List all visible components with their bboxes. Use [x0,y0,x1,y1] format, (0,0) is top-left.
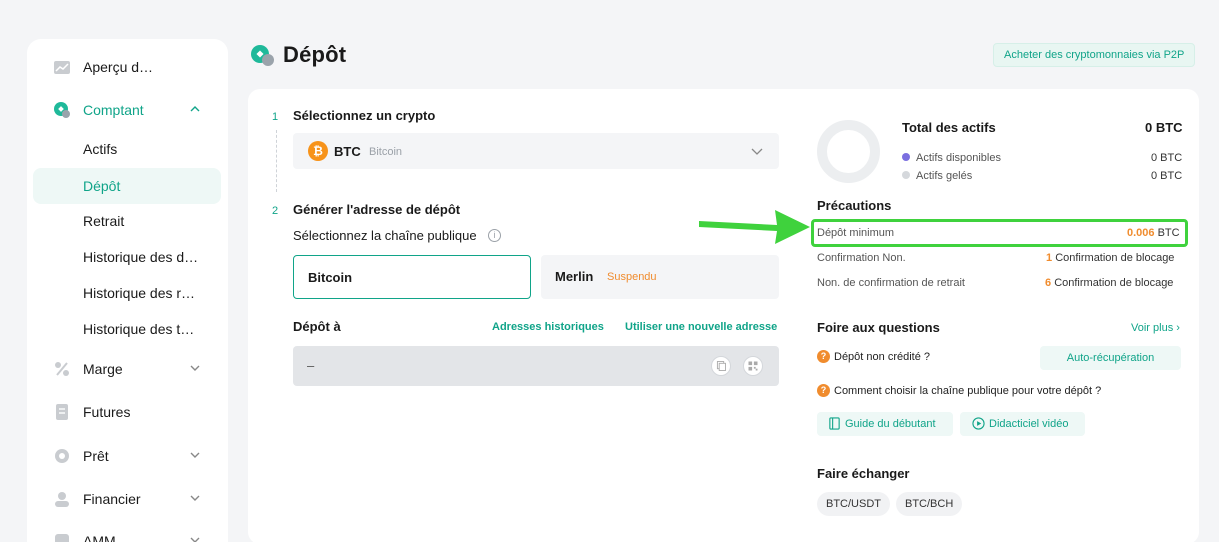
chart-icon [54,61,70,74]
frozen-dot [902,171,910,179]
sidebar-item-label: Dépôt [83,178,121,194]
deposit-address-value: – [307,358,315,373]
bitcoin-icon: ₿ [308,141,328,161]
min-deposit-amount: 0.006 BTC [1127,227,1180,239]
step-connector [276,130,277,192]
sidebar-item-historique-transfert[interactable]: Historique des t… [33,311,221,347]
withdraw-confirmation-value: 6 Confirmation de blocage [1045,277,1174,289]
available-value: 0 BTC [1151,152,1183,164]
faq-title: Foire aux questions [817,320,940,335]
sidebar-item-label: Prêt [83,448,109,464]
document-icon [56,404,68,420]
play-icon [972,417,985,430]
step-number: 2 [272,205,279,217]
confirmation-value: 1 Confirmation de blocage [1046,252,1175,264]
chain-name: Merlin [555,269,594,284]
exchange-title: Faire échanger [817,466,910,481]
frozen-value: 0 BTC [1151,170,1183,182]
step-title: Sélectionnez un crypto [293,108,436,123]
chevron-down-icon [190,365,200,371]
precautions-title: Précautions [817,198,892,213]
page-title: Dépôt [283,42,347,67]
chain-label: Sélectionnez la chaîne publique [293,228,477,243]
chevron-down-icon [190,495,200,501]
chevron-down-icon [751,148,763,155]
sidebar-item-label: Comptant [83,102,144,118]
new-address-link[interactable]: Utiliser une nouvelle adresse [625,321,777,333]
sidebar-item-historique-retrait[interactable]: Historique des r… [33,275,221,311]
sidebar-item-retrait[interactable]: Retrait [33,203,221,239]
sidebar-item-financier[interactable]: Financier [33,481,221,517]
video-tutorial-button[interactable]: Didacticiel vidéo [960,412,1085,436]
sidebar-item-label: Historique des d… [83,249,199,265]
see-more-link[interactable]: Voir plus › [1131,322,1180,334]
p2p-buy-button[interactable]: Acheter des cryptomonnaies via P2P [993,43,1196,67]
sidebar-item-futures[interactable]: Futures [33,394,221,430]
frozen-label: Actifs gelés [916,170,973,182]
sidebar-item-amm[interactable]: AMM [33,523,221,542]
selected-crypto-name: Bitcoin [369,146,403,158]
loan-icon [55,449,69,463]
sidebar-item-label: Marge [83,361,123,377]
pair-tag[interactable]: BTC/BCH [896,492,963,516]
sidebar-item-historique-depot[interactable]: Historique des d… [33,239,221,275]
sidebar-item-label: Historique des r… [83,285,196,301]
sidebar-item-label: Historique des t… [83,321,195,337]
faq-question[interactable]: Comment choisir la chaîne publique pour … [834,385,1101,397]
book-icon [829,417,840,430]
min-deposit-label: Dépôt minimum [817,227,895,239]
deposit-address-field: – [293,346,779,386]
deposit-to-label: Dépôt à [293,319,341,334]
sidebar-item-comptant[interactable]: Comptant [33,92,221,128]
sidebar-item-label: Futures [83,404,131,420]
sidebar-item-label: AMM [83,533,116,542]
withdraw-confirmation-label: Non. de confirmation de retrait [817,277,965,289]
info-icon[interactable]: i [488,229,501,242]
pair-tag[interactable]: BTC/USDT [817,492,890,516]
amm-icon [55,534,69,542]
chevron-up-icon [190,106,200,112]
question-icon: ? [817,384,830,397]
confirmation-label: Confirmation Non. [817,252,906,264]
sidebar-item-pret[interactable]: Prêt [33,438,221,474]
sidebar-item-label: Financier [83,491,141,507]
sidebar-item-overview[interactable]: Aperçu d… [33,49,221,85]
chain-name: Bitcoin [308,270,353,285]
available-label: Actifs disponibles [916,152,1001,164]
sidebar-item-label: Actifs [83,141,118,157]
percent-icon [55,362,69,376]
step-number: 1 [272,111,279,123]
qr-code-icon[interactable] [743,356,763,376]
step-title: Générer l'adresse de dépôt [293,202,461,217]
chain-status: Suspendu [607,271,657,283]
annotation-arrow-icon [699,210,810,244]
deposit-icon [251,45,274,66]
chevron-down-icon [190,537,200,542]
sidebar-item-marge[interactable]: Marge [33,351,221,387]
auto-recovery-button[interactable]: Auto-récupération [1040,346,1181,370]
assets-total: 0 BTC [1145,120,1183,135]
beginner-guide-button[interactable]: Guide du débutant [817,412,953,436]
sidebar-item-depot[interactable]: Dépôt [33,168,221,204]
copy-icon[interactable] [711,356,731,376]
crypto-select[interactable]: ₿ BTC Bitcoin [293,133,779,169]
selected-crypto-code: BTC [334,144,361,159]
sidebar-item-label: Retrait [83,213,125,229]
chevron-down-icon [190,452,200,458]
sidebar-item-label: Aperçu d… [83,59,154,75]
assets-title: Total des actifs [902,120,996,135]
wallet-icon [54,102,70,118]
available-dot [902,153,910,161]
history-addresses-link[interactable]: Adresses historiques [492,321,604,333]
chain-option-bitcoin[interactable]: Bitcoin [293,255,531,299]
chain-option-merlin[interactable]: Merlin Suspendu [541,255,779,299]
user-icon [55,492,69,507]
question-icon: ? [817,350,830,363]
assets-donut-chart [817,120,880,183]
faq-question[interactable]: Dépôt non crédité ? [834,351,930,363]
sidebar-item-actifs[interactable]: Actifs [33,131,221,167]
